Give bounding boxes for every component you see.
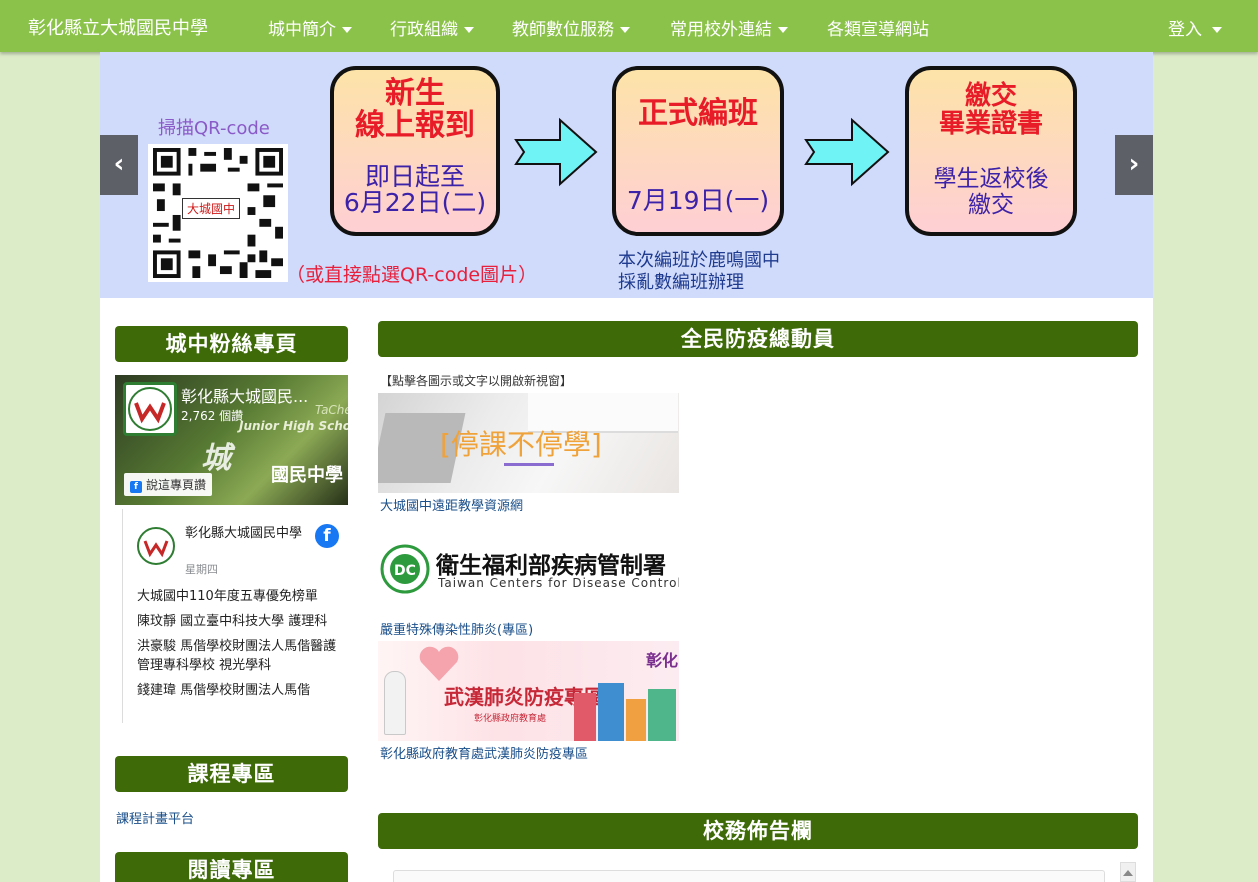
- cover-watermark: 國民中學: [271, 465, 343, 486]
- cdc-name-en: Taiwan Centers for Disease Control: [438, 576, 679, 590]
- arrow-right-icon: [804, 117, 890, 187]
- school-logo-icon: [137, 527, 175, 565]
- chevron-left-icon: ‹: [113, 149, 125, 179]
- step-submit-certificate: 繳交 畢業證書 學生返校後 繳交: [905, 66, 1077, 236]
- login-menu[interactable]: 登入: [1168, 15, 1222, 40]
- step-title-line: 正式編班: [638, 96, 758, 131]
- post-date: 星期四: [185, 563, 218, 576]
- post-line: 錢建瑋 馬偕學校財團法人馬偕: [137, 683, 311, 698]
- caret-down-icon: [1212, 27, 1222, 33]
- changhua-badge: 彰化: [646, 651, 679, 670]
- facebook-like-count: 2,762 個讚: [181, 409, 244, 423]
- arrow-right-icon: [514, 117, 598, 187]
- nav-item-organization[interactable]: 行政組織: [390, 15, 474, 40]
- bulletin-heading: 校務佈告欄: [378, 813, 1138, 849]
- post-author[interactable]: 彰化縣大城國民中學: [185, 525, 315, 542]
- step-title-line: 新生: [385, 76, 445, 111]
- nav-item-label: 常用校外連結: [670, 20, 772, 40]
- building-icon: [574, 693, 596, 741]
- building-icon: [626, 699, 646, 741]
- facebook-icon: f: [130, 481, 142, 493]
- site-brand[interactable]: 彰化縣立大城國民中學: [28, 14, 208, 40]
- main-container: 掃描QR-code 大城國中 （或直接點選QR-code圖片） 新生 線上報到 …: [100, 52, 1153, 882]
- step-title-line: 線上報到: [355, 108, 475, 143]
- post-text: 大城國中110年度五專優免榜單 陳玟靜 國立臺中科技大學 護理科 洪豪駿 馬偕學…: [137, 587, 337, 706]
- school-logo-icon: [123, 382, 177, 436]
- bulletin-board-frame[interactable]: [393, 870, 1105, 882]
- step-registration: 新生 線上報到 即日起至 6月22日(二): [330, 66, 500, 236]
- facebook-page-name[interactable]: 彰化縣大城國民...: [181, 383, 308, 407]
- instruction-hint: 【點擊各圖示或文字以開啟新視窗】: [380, 374, 573, 388]
- qr-code-image[interactable]: 大城國中: [148, 144, 288, 282]
- step-sub-line: 繳交: [968, 192, 1014, 218]
- class-placement-note: 本次編班於鹿鳴國中 採亂數編班辦理: [618, 250, 780, 294]
- doctor-figure-icon: [384, 671, 406, 735]
- note-line: 採亂數編班辦理: [618, 272, 744, 293]
- course-heading: 課程專區: [115, 756, 348, 792]
- cover-english-text: TaChe: [315, 403, 348, 417]
- underline-decoration: [504, 463, 554, 466]
- nav-item-label: 城中簡介: [268, 20, 336, 40]
- nav-item-label: 行政組織: [390, 20, 458, 40]
- qr-note: （或直接點選QR-code圖片）: [286, 264, 538, 286]
- facebook-post[interactable]: 彰化縣大城國民中學 星期四 f 大城國中110年度五專優免榜單 陳玟靜 國立臺中…: [122, 509, 348, 723]
- cdc-name-zh: 衛生福利部疾病管制署: [436, 553, 666, 579]
- building-icon: [598, 683, 624, 741]
- caret-down-icon: [342, 27, 352, 33]
- step-date-line: 6月22日(二): [343, 188, 487, 217]
- fans-page-heading: 城中粉絲專頁: [115, 326, 348, 362]
- cdc-logo-banner[interactable]: DC 衛生福利部疾病管制署 Taiwan Centers for Disease…: [378, 540, 679, 596]
- step-date-line: 即日起至: [364, 162, 465, 191]
- svg-text:DC: DC: [394, 563, 416, 579]
- post-line: 陳玟靜 國立臺中科技大學 護理科: [137, 614, 328, 629]
- banner-carousel: 掃描QR-code 大城國中 （或直接點選QR-code圖片） 新生 線上報到 …: [100, 52, 1153, 298]
- cdc-logo-icon: DC: [380, 544, 430, 594]
- cover-english-text: Junior High Scho: [239, 419, 348, 433]
- step-sub-line: 學生返校後: [933, 166, 1049, 192]
- post-line: 大城國中110年度五專優免榜單: [137, 589, 318, 604]
- building-icon: [648, 689, 676, 741]
- facebook-like-button[interactable]: f 說這專頁讚: [124, 473, 213, 496]
- facebook-page-cover[interactable]: TaChe Junior High Scho 城 國民中學 彰化縣大城國民...…: [115, 375, 348, 505]
- heart-icon: [419, 646, 459, 681]
- pneumonia-zone-banner[interactable]: 武漢肺炎防疫專區 彰化縣政府教育處 彰化: [378, 641, 679, 741]
- qr-caption: 掃描QR-code: [158, 118, 270, 139]
- course-plan-link[interactable]: 課程計畫平台: [116, 808, 194, 827]
- qr-label: 大城國中: [182, 198, 241, 219]
- remote-learning-banner[interactable]: [停課不停學]: [378, 393, 679, 493]
- nav-item-teacher-services[interactable]: 教師數位服務: [512, 15, 630, 40]
- changhua-pneumonia-link[interactable]: 彰化縣政府教育處武漢肺炎防疫專區: [380, 743, 588, 762]
- step-title-line: 畢業證書: [938, 109, 1043, 139]
- carousel-prev-button[interactable]: ‹: [100, 135, 138, 195]
- like-button-label: 說這專頁讚: [146, 478, 207, 492]
- caret-down-icon: [778, 27, 788, 33]
- reading-heading: 閱讀專區: [115, 852, 348, 882]
- remote-learning-link[interactable]: 大城國中遠距教學資源網: [380, 495, 523, 514]
- step-class-placement: 正式編班 7月19日(一): [612, 66, 784, 236]
- cover-watermark: 城: [201, 441, 231, 476]
- caret-down-icon: [620, 27, 630, 33]
- login-label: 登入: [1168, 20, 1202, 40]
- pneumonia-zone-subtitle: 彰化縣政府教育處: [474, 714, 547, 724]
- nav-item-advocacy-sites[interactable]: 各類宣導網站: [827, 15, 929, 40]
- covid-heading: 全民防疫總動員: [378, 321, 1138, 357]
- post-line: 洪豪駿 馬偕學校財團法人馬偕醫護管理專科學校 視光學科: [137, 639, 337, 673]
- step-date-line: 7月19日(一): [626, 186, 770, 215]
- top-navbar: 彰化縣立大城國民中學 城中簡介 行政組織 教師數位服務 常用校外連結 各類宣導網…: [0, 0, 1258, 52]
- note-line: 本次編班於鹿鳴國中: [618, 250, 780, 271]
- cdc-special-pneumonia-link[interactable]: 嚴重特殊傳染性肺炎(專區): [380, 619, 533, 638]
- caret-down-icon: [464, 27, 474, 33]
- remote-learning-text: [停課不停學]: [440, 428, 602, 461]
- nav-item-label: 教師數位服務: [512, 20, 614, 40]
- carousel-next-button[interactable]: ›: [1115, 135, 1153, 195]
- facebook-icon[interactable]: f: [315, 524, 339, 548]
- step-title-line: 繳交: [964, 81, 1017, 111]
- chevron-right-icon: ›: [1128, 149, 1140, 179]
- nav-item-external-links[interactable]: 常用校外連結: [670, 15, 788, 40]
- scroll-up-arrow[interactable]: [1120, 862, 1136, 882]
- nav-item-label: 各類宣導網站: [827, 20, 929, 40]
- nav-item-intro[interactable]: 城中簡介: [268, 15, 352, 40]
